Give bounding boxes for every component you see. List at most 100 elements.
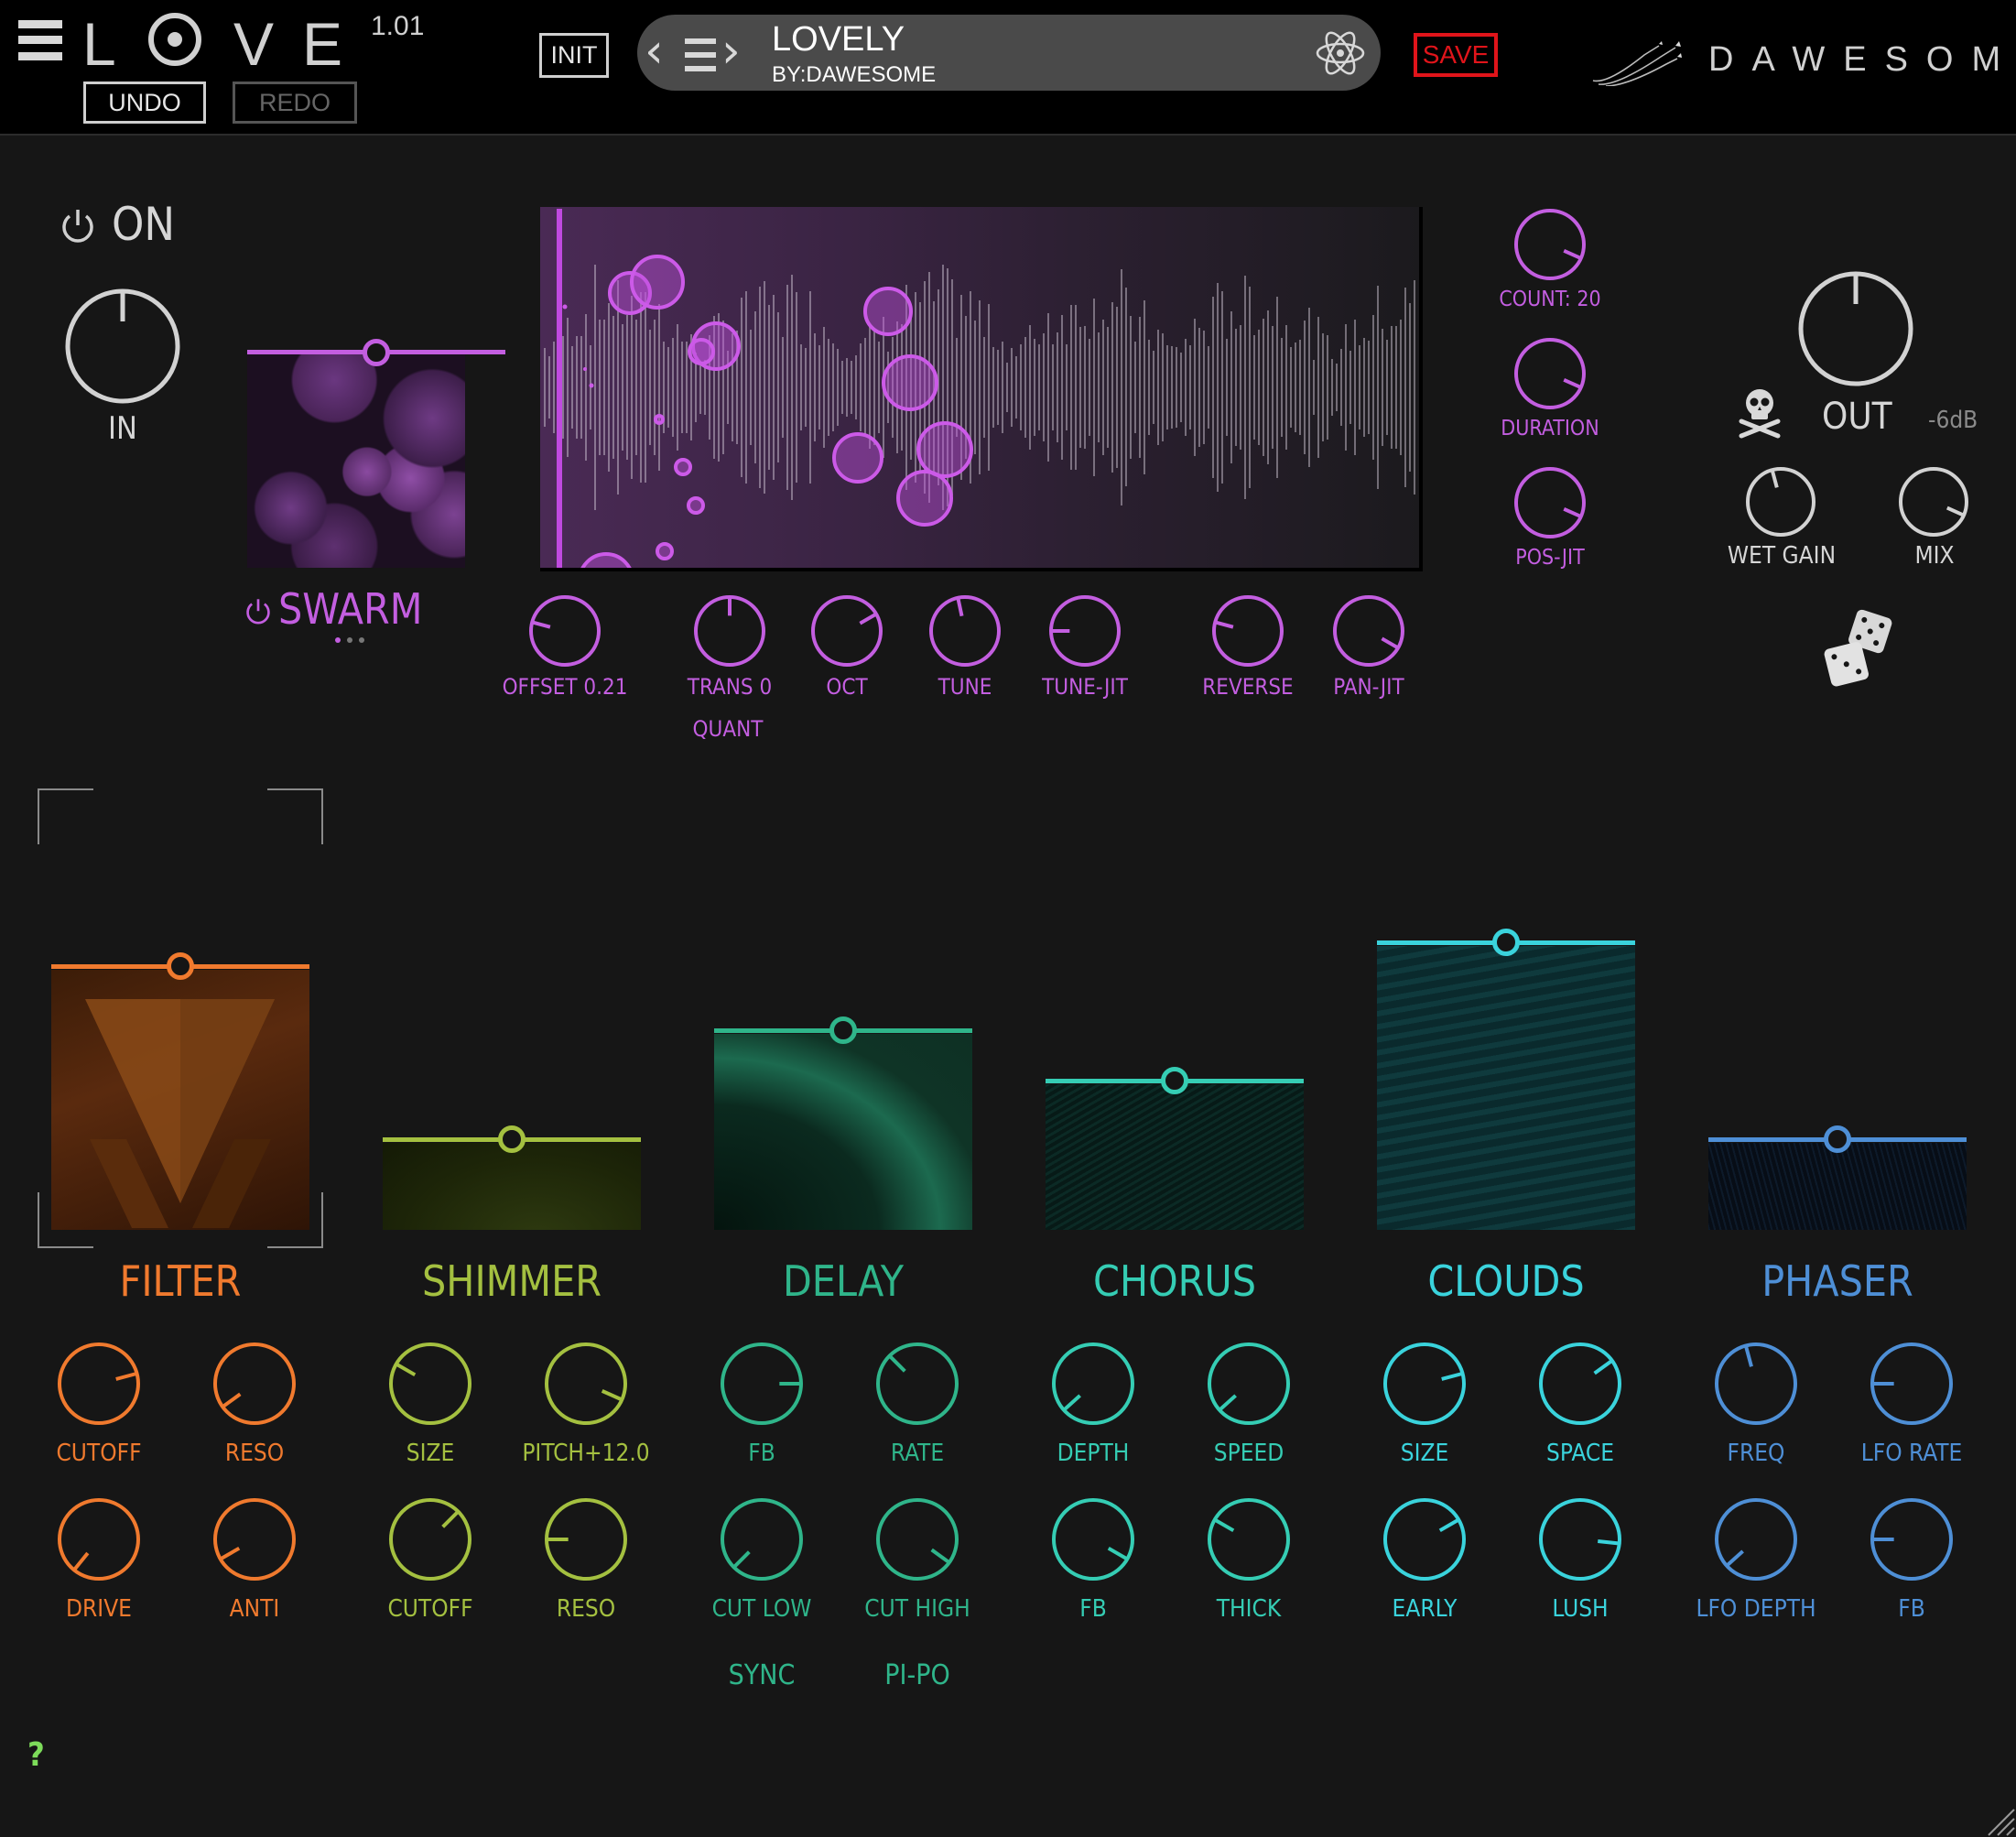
redo-button[interactable]: REDO [233,82,357,124]
init-button[interactable]: INIT [539,33,609,78]
delay-macro-block[interactable] [714,1030,972,1230]
swarm-pan-jit-knob[interactable] [1331,593,1406,668]
filter-drive-knob[interactable] [56,1496,142,1582]
swarm-count-20-knob[interactable] [1512,207,1588,282]
playhead[interactable] [557,209,562,568]
resize-grip[interactable] [1979,1800,2016,1837]
delay-rate-knob[interactable] [874,1341,960,1427]
waveform-line [1093,299,1095,476]
page-dot[interactable] [359,637,364,643]
page-dot-active[interactable] [335,637,341,643]
waveform-line [1304,321,1306,455]
knob-graphic [56,1341,142,1427]
swarm-pos-jit-knob[interactable] [1512,465,1588,540]
knob-ring [931,597,999,665]
swarm-reverse-knob[interactable] [1210,593,1285,668]
hamburger-icon[interactable] [18,20,62,60]
swarm-tune-jit-label: TUNE-JIT [1042,674,1128,700]
phaser-fb-knob[interactable] [1869,1496,1955,1582]
dice-icon[interactable] [1822,606,1895,690]
filter-cutoff-knob[interactable] [56,1341,142,1427]
clouds-title[interactable]: CLOUDS [1427,1256,1584,1306]
shimmer-pitch-12-0-knob[interactable] [543,1341,629,1427]
waveform-line [1198,328,1200,447]
swarm-macro-slider[interactable] [247,350,505,359]
filter-macro-block[interactable] [51,966,309,1230]
shimmer-cutoff-knob[interactable] [387,1496,473,1582]
swarm-power-icon[interactable] [244,597,273,626]
chorus-fb-knob[interactable] [1050,1496,1136,1582]
phaser-macro-block[interactable] [1708,1139,1967,1230]
clouds-macro-block[interactable] [1377,942,1635,1230]
shimmer-reso-knob[interactable] [543,1496,629,1582]
swarm-offset-0-21-knob[interactable] [527,593,602,668]
filter-reso-knob[interactable] [211,1341,298,1427]
clouds-early-knob[interactable] [1382,1496,1468,1582]
clouds-space-knob[interactable] [1537,1341,1623,1427]
save-button[interactable]: SAVE [1414,33,1498,77]
grain-waveform-display[interactable] [540,207,1423,571]
waveform-line [571,346,573,429]
power-label[interactable]: ON [112,198,175,251]
knob-pointer [860,614,876,624]
undo-button[interactable]: UNDO [83,82,206,124]
quant-toggle[interactable]: QUANT [693,716,764,742]
delay-macro-handle[interactable] [829,1016,857,1044]
clouds-size-knob[interactable] [1382,1341,1468,1427]
wet-gain-knob[interactable] [1744,465,1817,538]
preset-name[interactable]: LOVELY [772,20,905,60]
waveform-line [1134,342,1136,433]
shimmer-size-label: SIZE [406,1440,455,1467]
preset-list-icon[interactable] [685,38,716,71]
help-button[interactable]: ? [27,1736,45,1774]
filter-drive-label: DRIVE [66,1595,132,1623]
mix-knob[interactable] [1897,465,1970,538]
clouds-macro-handle[interactable] [1492,929,1520,956]
swarm-macro-handle[interactable] [363,339,390,366]
next-preset-icon[interactable]: › [721,27,741,75]
phaser-title[interactable]: PHASER [1761,1256,1913,1306]
phaser-lfo-depth-knob[interactable] [1713,1496,1799,1582]
delay-cut-high-knob[interactable] [874,1496,960,1582]
filter-title[interactable]: FILTER [120,1256,242,1306]
phaser-lfo-rate-knob[interactable] [1869,1341,1955,1427]
shimmer-macro-handle[interactable] [498,1125,526,1153]
swarm-trans-0-knob[interactable] [692,593,767,668]
page-dot[interactable] [347,637,352,643]
phaser-freq-knob[interactable] [1713,1341,1799,1427]
delay-title[interactable]: DELAY [783,1256,904,1306]
delay-fb-knob[interactable] [719,1341,805,1427]
prev-preset-icon[interactable]: ‹ [645,27,664,75]
chorus-thick-knob[interactable] [1206,1496,1292,1582]
grain-circle [674,458,692,476]
clouds-lush-label: LUSH [1552,1595,1608,1623]
chorus-macro-block[interactable] [1046,1081,1304,1230]
shimmer-title[interactable]: SHIMMER [422,1256,602,1306]
delay-sync-toggle[interactable]: SYNC [729,1659,796,1691]
shimmer-macro-block[interactable] [383,1139,641,1230]
skull-icon[interactable] [1736,385,1783,440]
clouds-lush-knob[interactable] [1537,1496,1623,1582]
in-knob[interactable] [63,287,182,406]
shimmer-size-knob[interactable] [387,1341,473,1427]
phaser-macro-handle[interactable] [1824,1125,1851,1153]
grain-circle [630,255,685,310]
chorus-depth-knob[interactable] [1050,1341,1136,1427]
delay-cut-low-knob[interactable] [719,1496,805,1582]
atom-icon[interactable] [1315,27,1366,79]
chorus-speed-knob[interactable] [1206,1341,1292,1427]
filter-macro-handle[interactable] [167,952,194,980]
swarm-tune-knob[interactable] [927,593,1003,668]
waveform-line [1034,339,1035,435]
delay-pi-po-toggle[interactable]: PI-PO [884,1659,949,1691]
swarm-oct-knob[interactable] [809,593,884,668]
swarm-tune-jit-knob[interactable] [1047,593,1122,668]
filter-anti-knob[interactable] [211,1496,298,1582]
out-knob[interactable] [1796,269,1915,388]
chorus-title[interactable]: CHORUS [1093,1256,1256,1306]
swarm-duration-knob[interactable] [1512,336,1588,411]
power-icon[interactable] [59,207,97,245]
chorus-macro-handle[interactable] [1161,1067,1188,1094]
filter-cutoff-label: CUTOFF [56,1440,141,1467]
waveform-line [837,349,839,426]
